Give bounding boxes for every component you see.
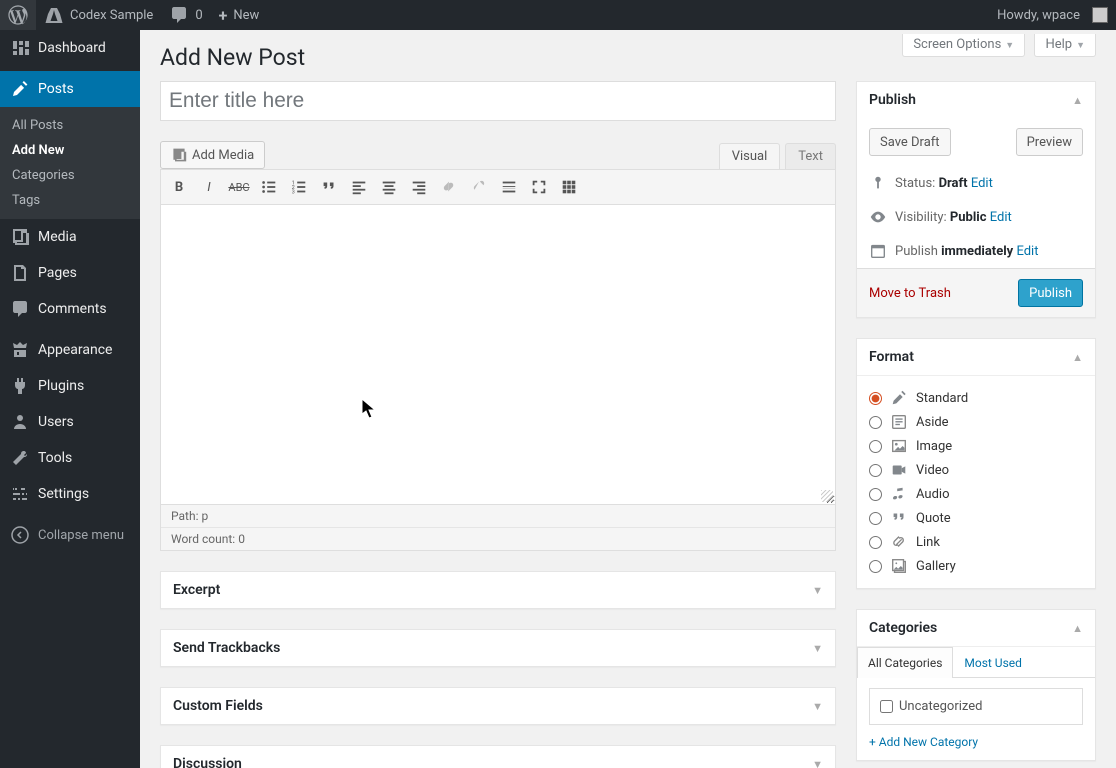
menu-posts[interactable]: Posts — [0, 71, 140, 107]
editor-status: Path: p Word count: 0 — [160, 505, 836, 551]
editor-content[interactable] — [160, 205, 836, 505]
italic-button[interactable]: I — [195, 174, 223, 200]
menu-comments[interactable]: Comments — [0, 291, 140, 327]
menu-media[interactable]: Media — [0, 219, 140, 255]
publish-button[interactable]: Publish — [1018, 279, 1083, 307]
submenu-categories[interactable]: Categories — [0, 163, 140, 188]
blockquote-button[interactable] — [315, 174, 343, 200]
editor-toolbar: B I ABC 123 — [160, 169, 836, 205]
menu-appearance[interactable]: Appearance — [0, 332, 140, 368]
excerpt-box: Excerpt▼ — [160, 571, 836, 609]
admin-menu: Dashboard Posts All Posts Add New Catego… — [0, 30, 140, 768]
menu-tools[interactable]: Tools — [0, 440, 140, 476]
edit-visibility-link[interactable]: Edit — [990, 210, 1012, 225]
fullscreen-button[interactable] — [525, 174, 553, 200]
toolbar-toggle-button[interactable] — [555, 174, 583, 200]
editor-tab-visual[interactable]: Visual — [719, 143, 781, 169]
format-box: Format▲ StandardAsideImageVideoAudioQuot… — [856, 338, 1096, 589]
svg-text:3: 3 — [292, 189, 295, 195]
cat-tab-used[interactable]: Most Used — [953, 647, 1033, 678]
menu-settings[interactable]: Settings — [0, 476, 140, 512]
menu-plugins[interactable]: Plugins — [0, 368, 140, 404]
comments-link[interactable]: 0 — [161, 0, 210, 30]
help-button[interactable]: Help▼ — [1034, 34, 1096, 57]
unlink-button[interactable] — [465, 174, 493, 200]
status-row: Status: Draft Edit — [857, 166, 1095, 200]
format-image[interactable]: Image — [869, 434, 1083, 458]
schedule-row: Publish immediately Edit — [857, 234, 1095, 268]
editor-tab-text[interactable]: Text — [785, 143, 836, 169]
format-aside[interactable]: Aside — [869, 410, 1083, 434]
submenu-tags[interactable]: Tags — [0, 188, 140, 213]
trackbacks-box: Send Trackbacks▼ — [160, 629, 836, 667]
link-button[interactable] — [435, 174, 463, 200]
edit-status-link[interactable]: Edit — [971, 176, 993, 191]
align-right-button[interactable] — [405, 174, 433, 200]
post-title-input[interactable] — [160, 81, 836, 121]
new-content[interactable]: +New — [211, 0, 268, 30]
custom-fields-box: Custom Fields▼ — [160, 687, 836, 725]
collapse-menu[interactable]: Collapse menu — [0, 517, 140, 553]
align-left-button[interactable] — [345, 174, 373, 200]
wp-logo[interactable] — [0, 0, 36, 30]
admin-bar: Codex Sample 0 +New Howdy, wpace — [0, 0, 1116, 30]
strikethrough-button[interactable]: ABC — [225, 174, 253, 200]
screen-options-button[interactable]: Screen Options▼ — [902, 34, 1025, 57]
add-new-category-link[interactable]: + Add New Category — [869, 735, 978, 749]
visibility-row: Visibility: Public Edit — [857, 200, 1095, 234]
submenu-add-new[interactable]: Add New — [0, 138, 140, 163]
format-standard[interactable]: Standard — [869, 386, 1083, 410]
preview-button[interactable]: Preview — [1016, 128, 1083, 156]
menu-users[interactable]: Users — [0, 404, 140, 440]
edit-schedule-link[interactable]: Edit — [1016, 244, 1038, 259]
posts-submenu: All Posts Add New Categories Tags — [0, 107, 140, 219]
format-gallery[interactable]: Gallery — [869, 554, 1083, 578]
numbered-list-button[interactable]: 123 — [285, 174, 313, 200]
bold-button[interactable]: B — [165, 174, 193, 200]
format-audio[interactable]: Audio — [869, 482, 1083, 506]
save-draft-button[interactable]: Save Draft — [869, 128, 951, 156]
add-media-button[interactable]: Add Media — [160, 141, 265, 169]
menu-pages[interactable]: Pages — [0, 255, 140, 291]
cat-tab-all[interactable]: All Categories — [857, 647, 953, 678]
my-account[interactable]: Howdy, wpace — [989, 0, 1116, 30]
categories-box: Categories▲ All Categories Most Used Unc… — [856, 609, 1096, 761]
site-link[interactable]: Codex Sample — [36, 0, 161, 30]
menu-dashboard[interactable]: Dashboard — [0, 30, 140, 66]
avatar-icon — [1092, 7, 1108, 23]
format-quote[interactable]: Quote — [869, 506, 1083, 530]
screen-meta: Screen Options▼ Help▼ — [896, 34, 1096, 57]
submenu-all-posts[interactable]: All Posts — [0, 113, 140, 138]
more-tag-button[interactable] — [495, 174, 523, 200]
format-link[interactable]: Link — [869, 530, 1083, 554]
move-to-trash-link[interactable]: Move to Trash — [869, 286, 951, 301]
bullet-list-button[interactable] — [255, 174, 283, 200]
discussion-box: Discussion▼ — [160, 745, 836, 768]
publish-box: Publish▲ Save Draft Preview Status: Draf… — [856, 81, 1096, 318]
category-uncategorized[interactable]: Uncategorized — [880, 699, 1072, 714]
resize-handle[interactable] — [821, 490, 833, 502]
format-video[interactable]: Video — [869, 458, 1083, 482]
align-center-button[interactable] — [375, 174, 403, 200]
